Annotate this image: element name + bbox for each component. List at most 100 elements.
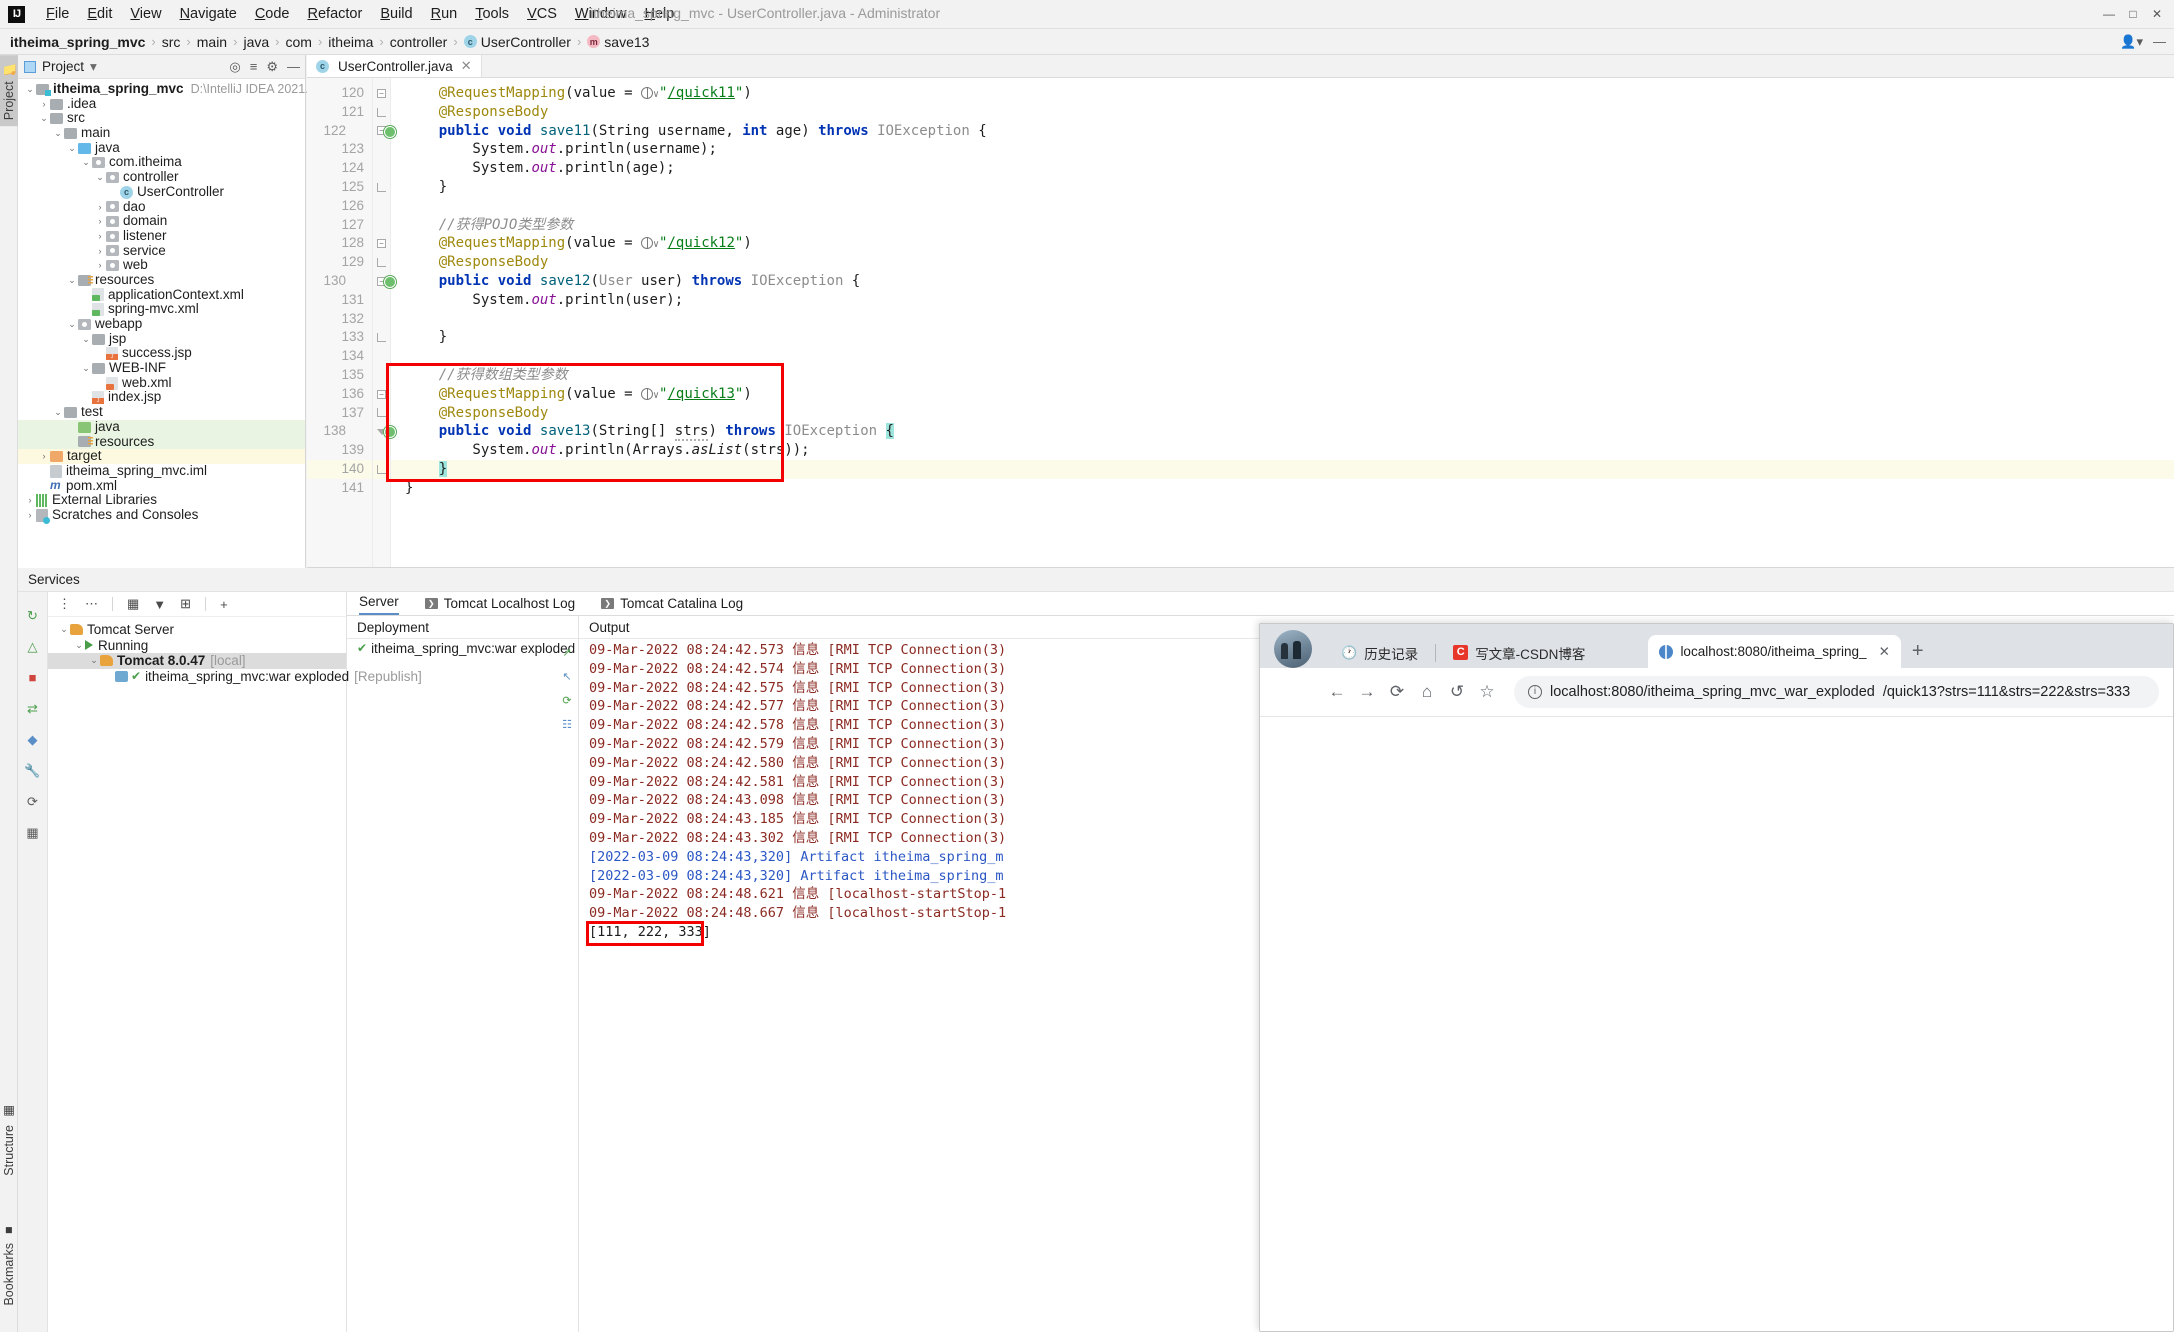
breadcrumb-item-java[interactable]: java [243,34,269,50]
fold-end-icon[interactable] [377,108,386,117]
forward-icon[interactable]: → [1352,677,1382,707]
tree-item-pom-xml[interactable]: ·mpom.xml [18,479,305,494]
fold-end-icon[interactable] [377,408,386,417]
tree-item-listener[interactable]: ›listener [18,229,305,244]
sidebar-item-bookmarks[interactable]: Bookmarks ■ [0,1218,18,1312]
deploy-icon[interactable]: △ [25,639,40,654]
navbar-right-actions[interactable]: 👤▾ — [2120,34,2166,50]
tree-item-test[interactable]: ⌄test [18,405,305,420]
code-line[interactable]: //获得数组类型参数 [391,366,2174,385]
fold-marker[interactable] [373,460,390,479]
breadcrumb-item-src[interactable]: src [162,34,181,50]
chevron-right-icon[interactable]: › [94,244,106,259]
fold-marker[interactable] [373,178,390,197]
menu-view[interactable]: View [121,4,170,24]
chevron-down-icon[interactable]: ⌄ [80,155,92,170]
tree-item-web-inf[interactable]: ⌄WEB-INF [18,361,305,376]
menu-build[interactable]: Build [371,4,421,24]
maximize-icon[interactable]: □ [2122,3,2144,25]
breadcrumb-item-main[interactable]: main [197,34,227,50]
services-toolbar[interactable]: ⋮ ⋯ ▦ ▼ ⊞ + [48,592,346,617]
code-line[interactable]: System.out.println(Arrays.asList(strs)); [391,441,2174,460]
tree-item-itheima-spring-mvc[interactable]: ⌄itheima_spring_mvcD:\IntelliJ IDEA 2021… [18,82,305,97]
menu-file[interactable]: File [37,4,78,24]
chevron-down-icon[interactable]: ⌄ [66,317,78,332]
window-controls[interactable]: —□✕ [2098,3,2168,25]
chevron-right-icon[interactable]: › [38,449,50,464]
target-icon[interactable]: ◎ [229,59,240,75]
code-line[interactable]: @RequestMapping(value = ∨"/quick13") [391,385,2174,404]
code-content[interactable]: @RequestMapping(value = ∨"/quick11") @Re… [391,78,2174,567]
chevron-right-icon[interactable]: › [24,508,36,523]
services-action-bar[interactable]: ↻ △ ■ ⇄ ◆ 🔧 ⟳ ▦ [18,592,48,1332]
chevron-right-icon[interactable]: › [94,229,106,244]
info-icon[interactable]: i [1528,685,1542,699]
minimize-icon[interactable]: — [2098,3,2120,25]
gear-icon[interactable]: ⚙ [266,59,278,75]
services-tab-strip[interactable]: Server❯Tomcat Localhost Log❯Tomcat Catal… [347,592,2174,616]
close-icon[interactable]: ✕ [1879,644,1890,660]
menu-vcs[interactable]: VCS [518,4,566,24]
browser-toolbar[interactable]: ← → ⟳ ⌂ ↺ ☆ i localhost:8080/itheima_spr… [1260,668,2173,716]
tree-item-java[interactable]: ⌄java [18,141,305,156]
tree-item-jsp[interactable]: ⌄jsp [18,332,305,347]
code-line[interactable]: System.out.println(username); [391,140,2174,159]
fold-marker[interactable] [373,253,390,272]
chevron-down-icon[interactable]: ⌄ [58,622,70,638]
tree-item-spring-mvc-xml[interactable]: ·spring-mvc.xml [18,302,305,317]
breadcrumb-item-save13[interactable]: msave13 [587,34,649,50]
fold-marker[interactable]: − [373,84,390,103]
breadcrumb-bar[interactable]: itheima_spring_mvc›src›main›java›com›ith… [0,29,2174,55]
stop-icon[interactable]: ■ [25,670,40,685]
fold-marker[interactable] [373,103,390,122]
artifact-icon[interactable]: ◆ [25,732,40,747]
breadcrumb-item-usercontroller[interactable]: cUserController [464,34,571,50]
chevron-down-icon[interactable]: ⌄ [52,405,64,420]
fold-end-icon[interactable] [377,333,386,342]
chevron-down-icon[interactable]: ▾ [90,59,97,75]
project-panel-header[interactable]: Project ▾ ◎ ≡ ⚙ — [18,55,305,79]
browser-tab-bar[interactable]: 🕐 历史记录 C 写文章-CSDN博客 localhost:8080/ithei… [1260,624,2173,668]
menu-bar[interactable]: FileEditViewNavigateCodeRefactorBuildRun… [37,4,683,24]
chevron-down-icon[interactable]: ⌄ [73,638,85,654]
tree-item--idea[interactable]: ›.idea [18,97,305,112]
refresh-icon[interactable]: ⟳ [25,794,40,809]
tree-item-controller[interactable]: ⌄controller [18,170,305,185]
chevron-right-icon[interactable]: › [38,97,50,112]
fold-end-icon[interactable] [377,258,386,267]
rerun-icon[interactable]: ↻ [25,608,40,623]
chevron-right-icon[interactable]: › [94,258,106,273]
tree-item-src[interactable]: ⌄src [18,111,305,126]
code-line[interactable]: System.out.println(user); [391,291,2174,310]
fold-end-icon[interactable] [377,465,386,474]
menu-edit[interactable]: Edit [78,4,121,24]
service-item-itheima-spring-mvc-war-exploded[interactable]: ·✔itheima_spring_mvc:war exploded[Republ… [48,669,346,685]
tab-tomcat-localhost-log[interactable]: ❯Tomcat Localhost Log [425,596,575,615]
tree-item-webapp[interactable]: ⌄webapp [18,317,305,332]
code-line[interactable]: @RequestMapping(value = ∨"/quick12") [391,234,2174,253]
sidebar-item-structure[interactable]: Structure ▦ [0,1099,18,1182]
browser-active-tab[interactable]: localhost:8080/itheima_spring_ ✕ [1648,635,1900,668]
tree-item-web[interactable]: ›web [18,258,305,273]
scroll-icon[interactable]: ↗ [560,645,574,659]
chevron-down-icon[interactable]: ⌄ [80,361,92,376]
tree-item-resources[interactable]: ⌄resources [18,273,305,288]
refresh-icon[interactable]: ⟳ [560,693,574,707]
code-line[interactable] [391,347,2174,366]
new-tab-button[interactable]: + [1901,637,1935,668]
chevron-right-icon[interactable]: › [94,200,106,215]
breadcrumb-item-com[interactable]: com [285,34,311,50]
avatar[interactable] [1274,630,1312,668]
filter-icon[interactable]: ▼ [153,597,166,612]
fold-marker[interactable] [373,328,390,347]
chevron-down-icon[interactable]: ⌄ [80,332,92,347]
services-tree[interactable]: ⌄Tomcat Server⌄Running⌄Tomcat 8.0.47[loc… [48,617,346,684]
code-line[interactable]: @ResponseBody [391,253,2174,272]
menu-refactor[interactable]: Refactor [299,4,372,24]
back-icon[interactable]: ← [1322,677,1352,707]
fold-collapse-icon[interactable]: − [377,239,386,248]
tree-item-dao[interactable]: ›dao [18,200,305,215]
sidebar-item-project[interactable]: Project 📁 [0,55,18,126]
code-line[interactable]: @ResponseBody [391,103,2174,122]
project-panel-tools[interactable]: ◎ ≡ ⚙ — [229,59,300,75]
